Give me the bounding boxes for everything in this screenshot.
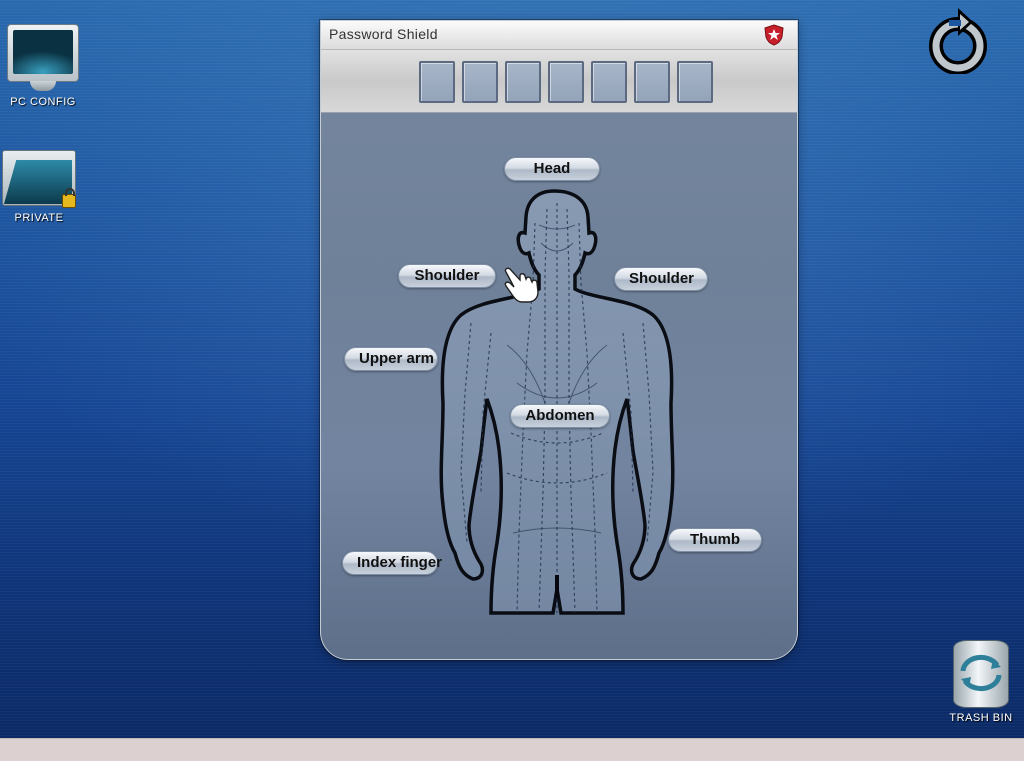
pin-box [548,61,584,103]
password-shield-window: Password Shield Head Shoulder Shoulder U… [320,20,798,660]
pin-box-row [419,61,713,103]
taskbar [0,738,1024,761]
body-part-upper-arm-button[interactable]: Upper arm [344,347,438,371]
body-part-right-shoulder-button[interactable]: Shoulder [614,267,708,291]
pin-box [419,61,455,103]
refresh-icon[interactable] [925,6,991,74]
window-titlebar[interactable]: Password Shield [321,21,797,50]
desktop-icon-trash-bin[interactable]: TRASH BIN [948,640,1014,724]
pin-box [591,61,627,103]
body-part-index-finger-button[interactable]: Index finger [342,551,442,575]
window-title: Password Shield [329,26,438,42]
body-part-head-button[interactable]: Head [504,157,600,181]
pin-box [505,61,541,103]
pin-entry-area [321,50,797,113]
padlock-icon [62,188,76,208]
pin-box [677,61,713,103]
desktop-icon-private[interactable]: PRIVATE [0,146,78,224]
body-part-abdomen-button[interactable]: Abdomen [510,404,610,428]
body-part-thumb-button[interactable]: Thumb [668,528,762,552]
desktop-icon-label: TRASH BIN [949,712,1013,724]
pin-box [462,61,498,103]
human-body-diagram [439,189,675,615]
desktop-icon-label: PC CONFIG [10,96,76,108]
pin-box [634,61,670,103]
body-part-left-shoulder-button[interactable]: Shoulder [398,264,496,288]
shield-icon [764,24,784,46]
hand-cursor-icon [504,267,539,303]
desktop-icon-pc-config[interactable]: PC CONFIG [4,24,82,108]
locked-folder-icon [2,146,76,208]
trash-bin-icon [953,640,1009,708]
monitor-icon [7,24,79,91]
desktop: PC CONFIG PRIVATE TRASH BIN Password Shi… [0,0,1024,738]
desktop-icon-label: PRIVATE [14,212,64,224]
